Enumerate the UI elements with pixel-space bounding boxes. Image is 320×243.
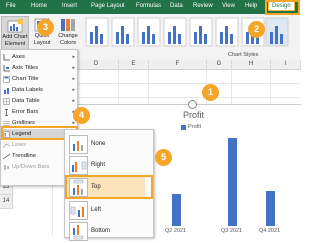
column-header-g[interactable]: G xyxy=(207,60,232,70)
lines-icon xyxy=(2,142,11,149)
menu-item-axes[interactable]: Axes ▸ xyxy=(1,52,77,63)
axes-icon xyxy=(3,54,10,61)
chart-title[interactable]: Profit xyxy=(183,110,204,120)
ribbon-tab-bar: File Home Insert Page Layout Formulas Da… xyxy=(0,0,300,14)
menu-item-data-labels[interactable]: Data Labels ▸ xyxy=(1,85,77,96)
menu-item-label: Up/Down Bars xyxy=(12,164,50,170)
menu-item-data-table[interactable]: Data Table ▸ xyxy=(1,96,77,107)
column-header-h[interactable]: H xyxy=(232,60,271,70)
legend-option-label: Right xyxy=(91,162,106,168)
bar-2[interactable] xyxy=(228,138,237,226)
menu-item-label: Data Table xyxy=(12,98,40,104)
bar-3[interactable] xyxy=(266,191,275,226)
add-chart-element-button[interactable]: Add Chart Element xyxy=(1,16,29,51)
callout-1: 1 xyxy=(202,84,219,101)
change-colors-button[interactable]: Change Colors xyxy=(56,16,80,49)
legend-label[interactable]: Profit xyxy=(188,124,201,130)
add-chart-element-label: Add Chart Element xyxy=(2,34,28,47)
tab-formulas[interactable]: Formulas xyxy=(136,3,161,9)
legend-option-label: None xyxy=(91,141,106,147)
menu-item-label: Trendline xyxy=(12,153,36,159)
legend-right-icon xyxy=(69,156,88,175)
trendline-icon xyxy=(2,153,11,160)
callout-3: 3 xyxy=(37,19,54,36)
column-header-e[interactable]: E xyxy=(119,60,149,70)
menu-item-error-bars[interactable]: Error Bars▸ xyxy=(1,107,77,118)
callout-2: 2 xyxy=(248,21,265,38)
menu-item-axis-titles[interactable]: Axis Titles ▸ xyxy=(1,63,77,74)
tab-insert[interactable]: Insert xyxy=(62,3,77,9)
menu-item-label: Axis Titles xyxy=(12,65,39,71)
tab-view[interactable]: View xyxy=(222,3,235,9)
data-labels-icon xyxy=(3,87,10,94)
row-header-14[interactable]: 14 xyxy=(0,195,13,209)
legend-left-icon xyxy=(69,201,88,220)
callout-5: 5 xyxy=(155,149,172,166)
column-header-f[interactable]: F xyxy=(149,60,207,70)
tab-data[interactable]: Data xyxy=(170,3,183,9)
tab-file[interactable]: File xyxy=(6,3,16,9)
menu-item-label: Chart Title xyxy=(12,76,39,82)
legend-option-label: Left xyxy=(91,207,102,213)
axis-titles-icon xyxy=(3,65,10,72)
tab-review[interactable]: Review xyxy=(193,3,213,9)
menu-item-label: Error Bars xyxy=(12,109,39,115)
chart-title-icon xyxy=(3,76,10,83)
callout-4: 4 xyxy=(73,107,90,124)
legend-swatch xyxy=(181,125,186,130)
top-option-highlight xyxy=(65,175,153,199)
legend-option-label: Bottom xyxy=(91,228,111,234)
menu-item-chart-title[interactable]: Chart Title ▸ xyxy=(1,74,77,85)
menu-item-label: Data Labels xyxy=(12,87,43,93)
x-tick-label: Q4 2021 xyxy=(259,228,281,234)
tab-help[interactable]: Help xyxy=(245,3,257,9)
x-tick-label: Q3 2021 xyxy=(221,228,243,234)
chart-styles-group-label: Chart Styles xyxy=(228,52,259,58)
tab-home[interactable]: Home xyxy=(31,3,47,9)
up-down-bars-icon xyxy=(3,164,10,171)
x-tick-label: Q2 2021 xyxy=(165,228,187,234)
data-table-icon xyxy=(3,98,10,105)
legend-option-right[interactable]: Right xyxy=(65,153,145,177)
palette-icon xyxy=(61,19,75,31)
legend-option-bottom[interactable]: Bottom xyxy=(65,219,145,243)
chart-resize-handle[interactable] xyxy=(188,100,197,109)
tab-page-layout[interactable]: Page Layout xyxy=(91,3,125,9)
legend-none-icon xyxy=(69,135,88,154)
error-bars-icon xyxy=(3,109,10,116)
change-colors-label: Change Colors xyxy=(58,33,78,46)
add-chart-element-icon xyxy=(7,19,23,33)
column-header-d[interactable]: D xyxy=(74,60,119,70)
menu-item-label: Axes xyxy=(12,54,25,60)
design-tab-highlight xyxy=(265,0,300,15)
bar-1[interactable] xyxy=(172,194,181,226)
column-header-i[interactable]: I xyxy=(271,60,301,70)
menu-item-label: Lines xyxy=(12,142,26,148)
legend-bottom-icon xyxy=(69,222,88,241)
